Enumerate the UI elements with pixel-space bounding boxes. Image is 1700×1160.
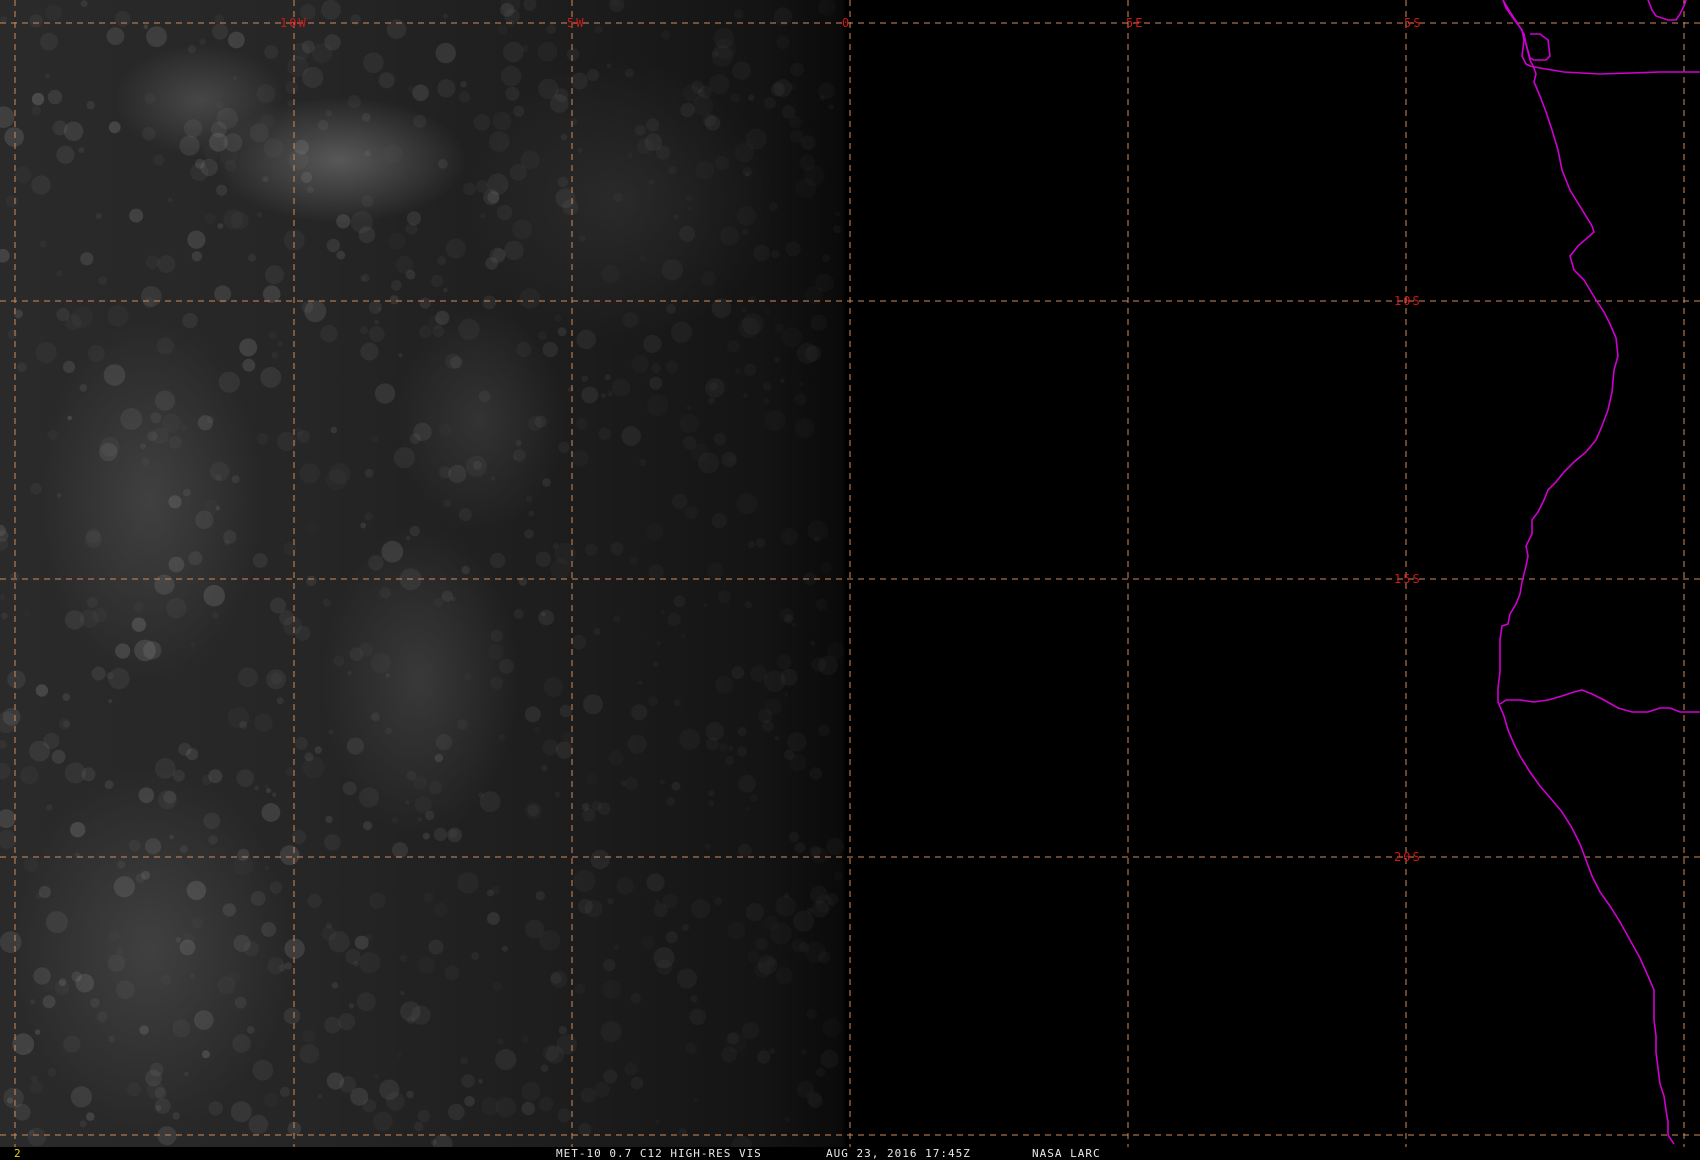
lon-label-5e: 5E: [1126, 16, 1144, 30]
satellite-image-viewer: 10W 5W 0 5E 5S 10S 15S 20S 2 MET-10 0.7 …: [0, 0, 1700, 1160]
border-angola-namibia: [1499, 689, 1700, 713]
lat-label-20s: 20S: [1394, 850, 1422, 864]
border-cabinda-north: [1502, 0, 1531, 67]
lat-label-5s: 5S: [1404, 16, 1422, 30]
lat-lon-grid: [0, 0, 1700, 1147]
border-drc-angola: [1529, 65, 1700, 75]
border-upper-right: [1647, 0, 1687, 21]
grid-labels: 10W 5W 0 5E 5S 10S 15S 20S: [280, 16, 1422, 864]
border-cabinda-inner: [1525, 33, 1551, 61]
product-label: MET-10 0.7 C12 HIGH-RES VIS: [556, 1147, 762, 1160]
caption-bar: 2 MET-10 0.7 C12 HIGH-RES VIS AUG 23, 20…: [0, 1147, 1700, 1160]
datetime-label: AUG 23, 2016 17:45Z: [826, 1147, 971, 1160]
lat-label-10s: 10S: [1394, 294, 1422, 308]
lon-label-5w: 5W: [567, 16, 585, 30]
political-boundaries: [1497, 0, 1700, 1145]
coastline: [1497, 0, 1675, 1145]
lat-label-15s: 15S: [1394, 572, 1422, 586]
map-overlay: 10W 5W 0 5E 5S 10S 15S 20S: [0, 0, 1700, 1147]
lon-label-0: 0: [842, 16, 851, 30]
frame-number: 2: [14, 1147, 21, 1160]
lon-label-10w: 10W: [280, 16, 308, 30]
source-label: NASA LARC: [1032, 1147, 1101, 1160]
